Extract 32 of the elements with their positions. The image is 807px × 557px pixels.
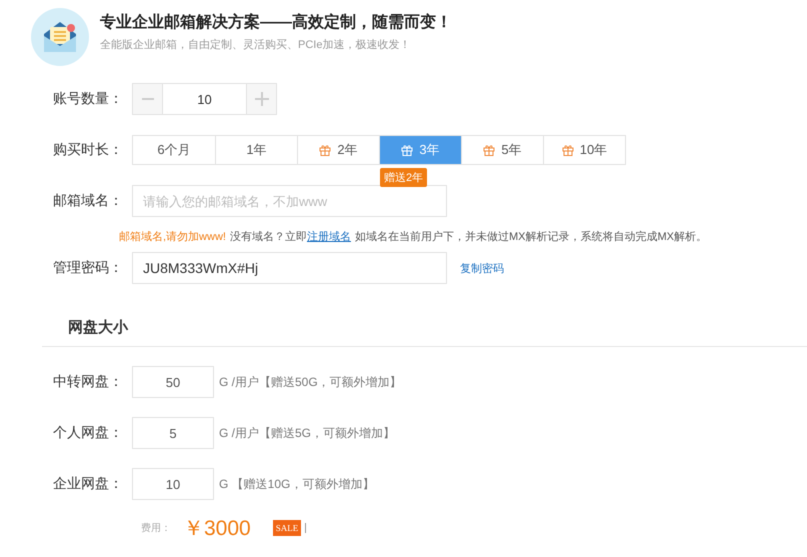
disk-note: G /用户【赠送50G，可额外增加】: [219, 374, 402, 390]
field-label: 中转网盘：: [52, 373, 124, 391]
hint-text: 如域名在当前用户下，并未做过MX解析记录，系统将自动完成MX解析。: [354, 231, 707, 243]
decrement-button[interactable]: [132, 83, 163, 115]
page-subtitle: 全能版企业邮箱，自由定制、灵活购买、PCIe加速，极速收发！: [100, 38, 412, 52]
field-label: 账号数量：: [52, 90, 124, 108]
field-label: 企业网盘：: [52, 475, 124, 493]
field-label: 个人网盘：: [52, 424, 124, 442]
account-count-field[interactable]: 10: [163, 83, 246, 115]
envelope-logo-icon: [31, 8, 89, 66]
increment-button[interactable]: [246, 83, 277, 115]
sale-tag: SALE: [272, 520, 302, 536]
disk-size-field[interactable]: 5: [132, 417, 214, 449]
field-label: 购买时长：: [52, 141, 124, 159]
page-title: 专业企业邮箱解决方案——高效定制，随需而变！: [100, 12, 452, 33]
fee-label: 费用：: [141, 522, 171, 535]
register-domain-link[interactable]: 注册域名: [306, 231, 351, 243]
domain-warning: 邮箱域名,请勿加www!: [119, 231, 226, 243]
price: ￥3000: [183, 516, 251, 542]
promo-badge: 赠送2年: [380, 168, 428, 187]
disk-note: G /用户【赠送5G，可额外增加】: [219, 424, 396, 442]
field-label: 邮箱域名：: [52, 192, 124, 210]
password-field[interactable]: JU8M333WmX#Hj: [132, 252, 447, 284]
plus-icon: [254, 92, 268, 106]
domain-field[interactable]: 请输入您的邮箱域名，不加www: [132, 185, 447, 217]
copy-password-link[interactable]: 复制密码: [460, 260, 504, 276]
disk-size-field[interactable]: 10: [132, 468, 214, 500]
field-label: 管理密码：: [52, 259, 124, 277]
hint-text: 没有域名？立即: [230, 231, 307, 243]
disk-size-field[interactable]: 50: [132, 366, 214, 398]
section-title: 网盘大小: [68, 318, 130, 337]
disk-note: G 【赠送10G，可额外增加】: [219, 476, 374, 492]
